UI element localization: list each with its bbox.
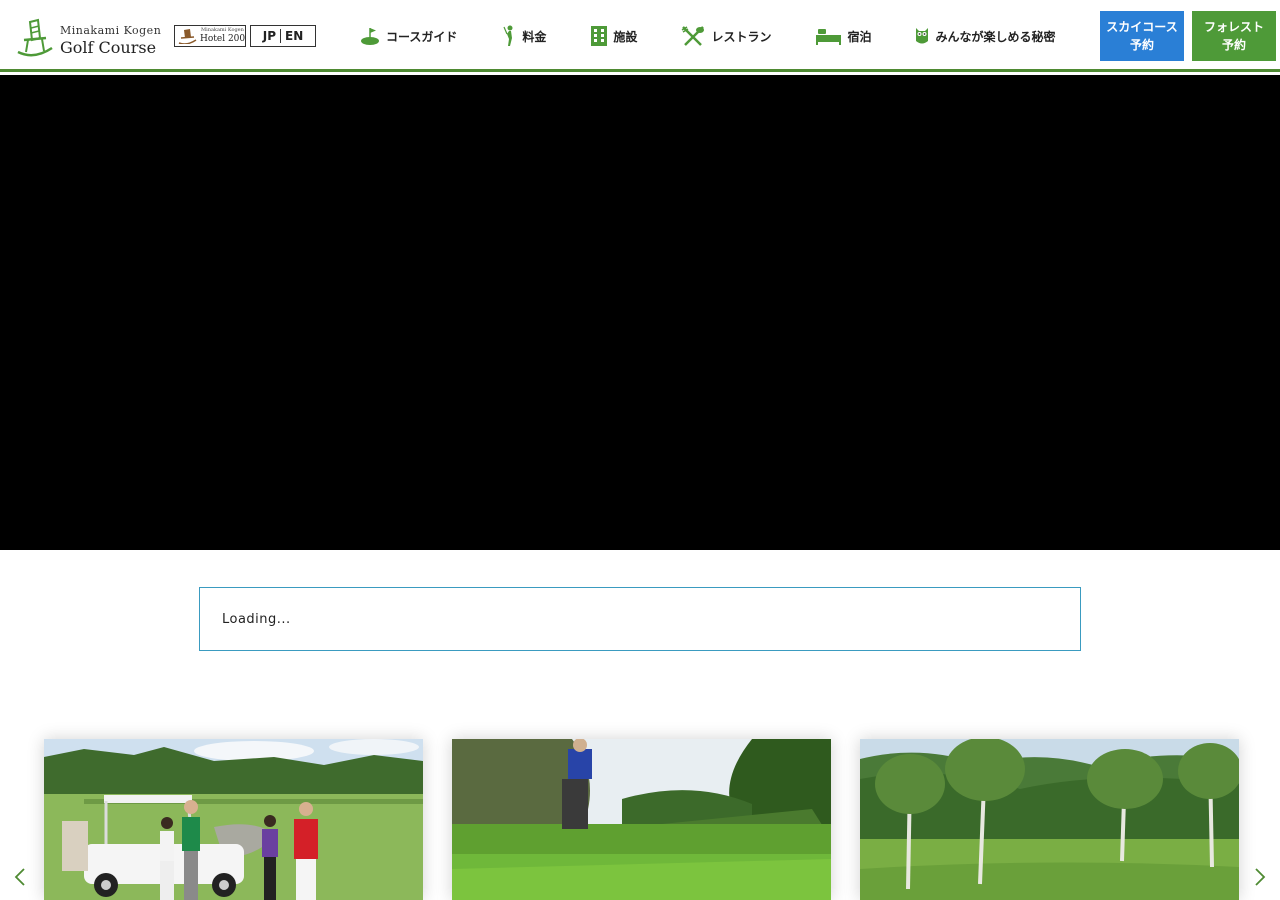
chevron-right-icon[interactable]: [1253, 867, 1267, 887]
site-logo[interactable]: Minakami Kogen Golf Course: [16, 18, 161, 62]
nav-fees[interactable]: 料金: [502, 25, 546, 47]
loading-text: Loading...: [222, 611, 291, 627]
utensils-icon: [682, 26, 705, 46]
nav-lodging-label: 宿泊: [847, 29, 872, 44]
birch-trees-fairway-image: [860, 739, 1239, 900]
nav-secrets[interactable]: みんなが楽しめる秘密: [915, 26, 1055, 46]
hero-video[interactable]: [0, 75, 1280, 550]
main-nav: コースガイド 料金 施設 レストラン 宿泊 みんなが楽しめる秘密: [360, 22, 1055, 50]
forest-reserve-line2: 予約: [1221, 38, 1246, 52]
nav-fees-label: 料金: [522, 29, 547, 44]
hotel-badge-title: Hotel 200: [200, 34, 246, 44]
site-header: Minakami Kogen Golf Course Minakami Koge…: [0, 0, 1280, 72]
nav-facilities-label: 施設: [613, 29, 638, 44]
nav-restaurant[interactable]: レストラン: [681, 26, 771, 46]
carousel-card-putting[interactable]: [452, 739, 831, 900]
nav-restaurant-label: レストラン: [711, 29, 772, 44]
nav-course-guide-label: コースガイド: [386, 29, 458, 44]
carousel-card-birch[interactable]: [860, 739, 1239, 900]
lang-en-link[interactable]: EN: [281, 29, 307, 43]
forest-reserve-line1: フォレスト: [1203, 20, 1264, 34]
hotel-chair-icon: [178, 29, 197, 44]
nav-lodging[interactable]: 宿泊: [816, 27, 871, 45]
bed-icon: [816, 29, 842, 45]
golfers-with-cart-image: [44, 739, 423, 900]
golfer-putting-image: [452, 739, 831, 900]
rocking-chair-icon: [17, 18, 53, 57]
building-icon: [591, 26, 608, 46]
hotel-200-link[interactable]: Minakami Kogen Hotel 200: [174, 25, 246, 47]
language-switcher: JP EN: [250, 25, 316, 47]
lang-jp-link[interactable]: JP: [259, 29, 280, 43]
golf-flag-icon: [361, 28, 379, 45]
feature-carousel: [0, 739, 1280, 900]
nav-secrets-label: みんなが楽しめる秘密: [935, 29, 1056, 44]
logo-subtitle: Minakami Kogen: [60, 24, 162, 37]
nav-facilities[interactable]: 施設: [591, 26, 637, 46]
hotel-badge-subtitle: Minakami Kogen: [201, 27, 244, 33]
sky-course-reserve-button[interactable]: スカイコース 予約: [1100, 11, 1184, 61]
carousel-card-golfers[interactable]: [44, 739, 423, 900]
logo-title: Golf Course: [60, 38, 157, 57]
chevron-left-icon[interactable]: [13, 867, 27, 887]
nav-course-guide[interactable]: コースガイド: [360, 26, 457, 46]
golfer-icon: [503, 25, 513, 46]
news-loading-box: Loading...: [199, 587, 1081, 651]
sky-reserve-line1: スカイコース: [1106, 20, 1178, 34]
sky-reserve-line2: 予約: [1129, 38, 1154, 52]
forest-course-reserve-button[interactable]: フォレスト 予約: [1192, 11, 1276, 61]
owl-icon: [916, 28, 929, 44]
